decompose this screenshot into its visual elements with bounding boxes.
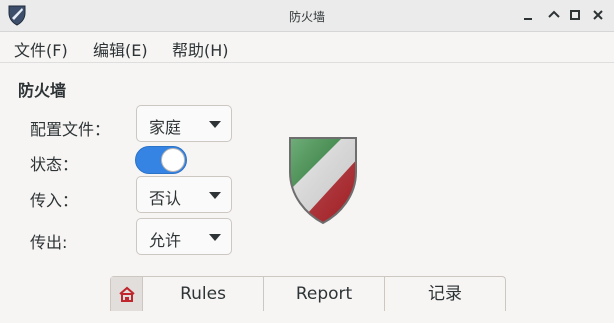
menu-help[interactable]: 帮助(H): [172, 37, 229, 61]
incoming-select[interactable]: 否认: [136, 176, 232, 213]
dropdown-arrow-icon: [209, 121, 221, 128]
firewall-shield-icon: [289, 137, 357, 225]
minimize-button[interactable]: [519, 6, 537, 24]
restore-button[interactable]: [545, 6, 563, 24]
chevron-up-icon: [548, 10, 560, 18]
close-icon: [593, 10, 603, 20]
status-label: 状态：: [30, 155, 79, 174]
minimize-icon: [524, 18, 532, 20]
section-title: 防火墙: [18, 81, 67, 100]
profile-value: 家庭: [149, 118, 182, 137]
menu-edit[interactable]: 编辑(E): [93, 37, 148, 61]
view-tabs: Rules Report 记录: [110, 276, 506, 311]
profile-label: 配置文件：: [30, 120, 111, 139]
toggle-knob: [161, 148, 185, 172]
home-icon: [119, 286, 135, 302]
title-bar: 防火墙: [0, 0, 614, 32]
menu-file[interactable]: 文件(F): [14, 37, 68, 61]
dropdown-arrow-icon: [209, 192, 221, 199]
menu-bar: 文件(F) 编辑(E) 帮助(H): [0, 32, 614, 63]
incoming-label: 传入：: [30, 191, 79, 210]
tab-log[interactable]: 记录: [385, 277, 505, 311]
outgoing-label: 传出:: [30, 233, 68, 252]
outgoing-select[interactable]: 允许: [136, 218, 232, 255]
tab-report[interactable]: Report: [264, 277, 385, 311]
tab-home[interactable]: [111, 277, 143, 311]
outgoing-value: 允许: [149, 231, 182, 250]
maximize-icon: [570, 10, 580, 20]
maximize-button[interactable]: [566, 6, 584, 24]
dropdown-arrow-icon: [209, 234, 221, 241]
close-button[interactable]: [589, 6, 607, 24]
profile-select[interactable]: 家庭: [136, 105, 232, 142]
incoming-value: 否认: [149, 189, 182, 208]
tab-rules[interactable]: Rules: [143, 277, 264, 311]
status-toggle[interactable]: [135, 146, 187, 174]
